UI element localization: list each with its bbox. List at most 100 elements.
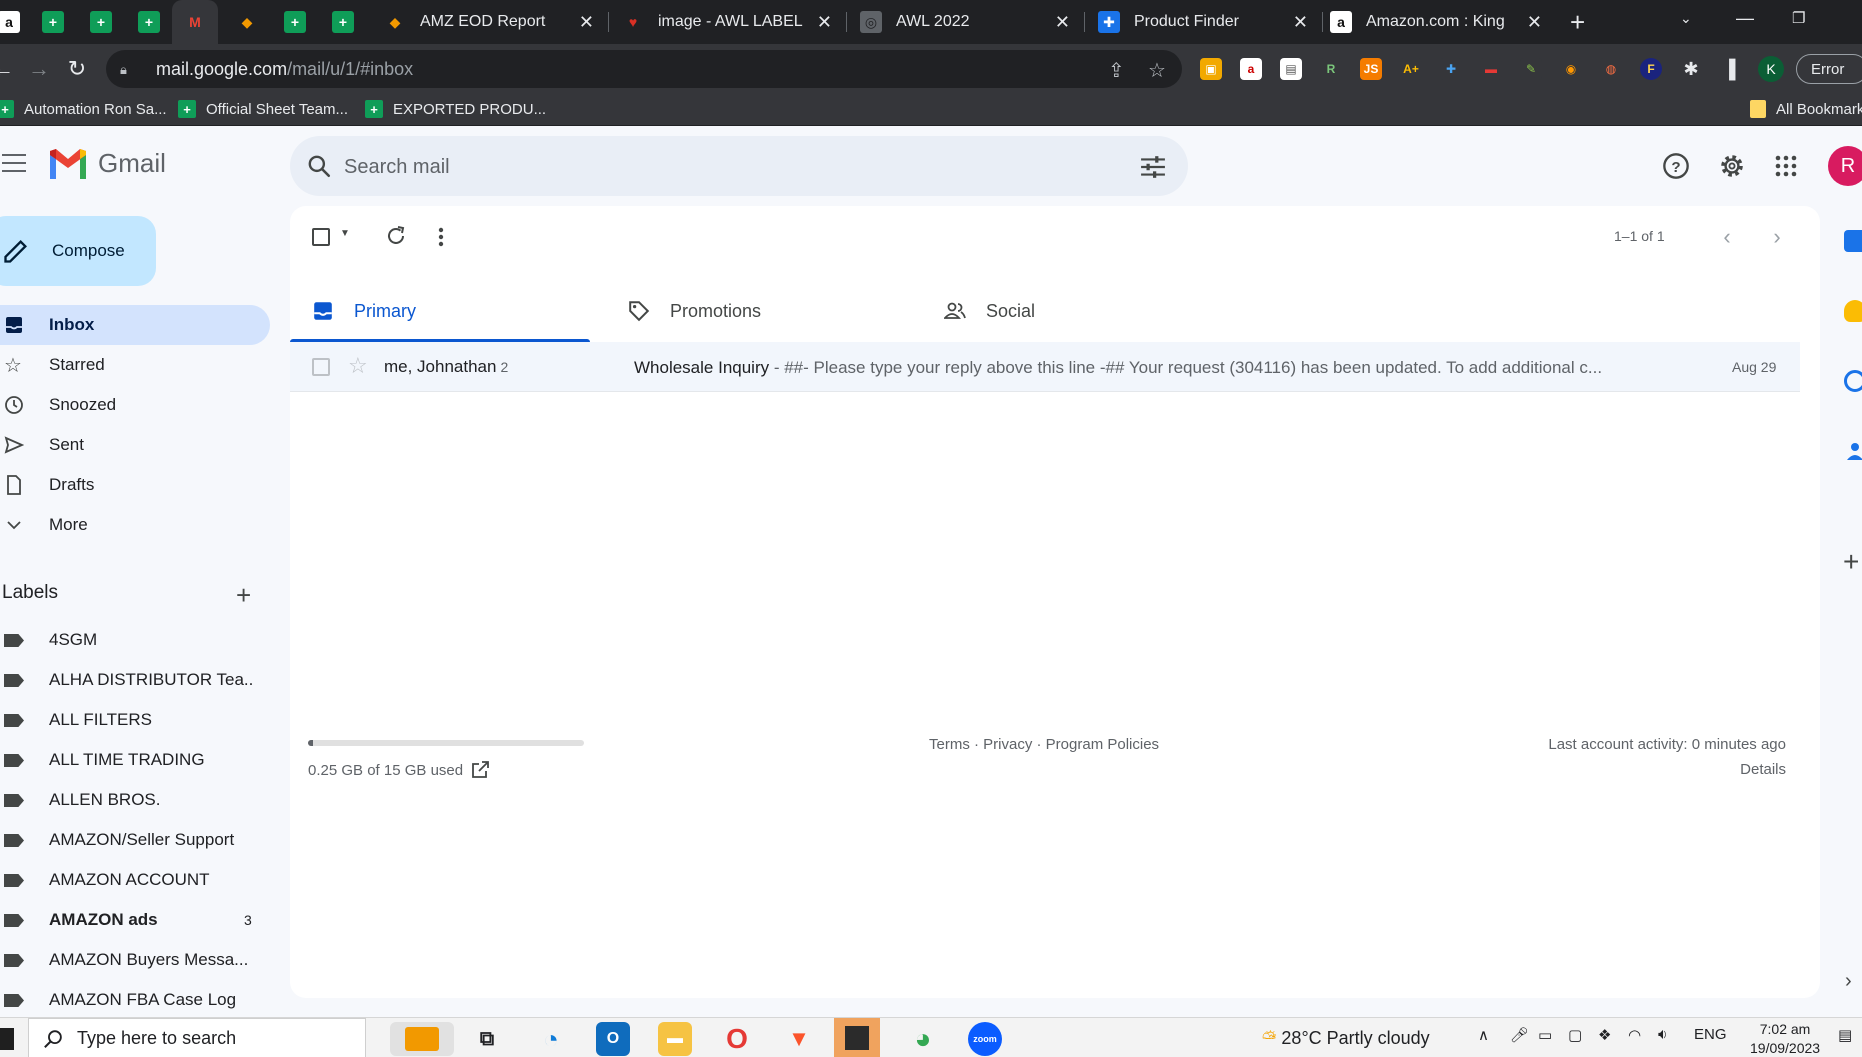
chrome-icon[interactable]: ◕	[906, 1022, 940, 1056]
tray-chevron-icon[interactable]: ∧	[1478, 1026, 1489, 1044]
newer-page-icon[interactable]: ›	[1762, 222, 1792, 252]
volume-icon[interactable]: 🔉︎	[1658, 1026, 1667, 1043]
bookmark-item[interactable]: + Official Sheet Team...	[178, 94, 348, 124]
extension-icon[interactable]: JS	[1360, 58, 1382, 80]
extension-icon[interactable]: ✚	[1440, 58, 1462, 80]
hide-side-panel-icon[interactable]: ›	[1845, 970, 1852, 993]
gmail-logo[interactable]: Gmail	[48, 148, 166, 179]
search-mail-bar[interactable]: Search mail	[290, 136, 1188, 196]
label-item[interactable]: 4SGM	[0, 620, 270, 660]
close-icon[interactable]: ✕	[1293, 12, 1308, 33]
label-item[interactable]: ALL TIME TRADING	[0, 740, 270, 780]
brave-icon[interactable]: ▼	[782, 1022, 816, 1056]
sticky-app-icon[interactable]	[834, 1018, 880, 1057]
share-icon[interactable]: ⇪	[1108, 58, 1125, 83]
tab-kite[interactable]: ◆	[224, 0, 270, 44]
task-view-icon[interactable]: ⧉	[470, 1022, 504, 1056]
tab-amz-eod-report[interactable]: ◆ AMZ EOD Report ✕	[372, 0, 608, 44]
nav-sent[interactable]: Sent	[0, 425, 270, 465]
start-button[interactable]	[0, 1028, 14, 1050]
close-icon[interactable]: ✕	[579, 12, 594, 33]
tab-amazon-partial[interactable]: a	[0, 0, 32, 44]
tab-awl-label[interactable]: ♥ image - AWL LABEL ✕	[610, 0, 846, 44]
tab-awl-2022[interactable]: ◎ AWL 2022 ✕	[848, 0, 1084, 44]
more-options-icon[interactable]	[438, 226, 444, 248]
extensions-puzzle-icon[interactable]: ✱	[1680, 58, 1702, 80]
tab-search-icon[interactable]: ⌄	[1680, 0, 1692, 36]
main-menu-icon[interactable]	[2, 154, 26, 172]
search-options-icon[interactable]	[1140, 155, 1166, 179]
close-icon[interactable]: ✕	[1527, 12, 1542, 33]
search-icon[interactable]	[306, 153, 332, 179]
search-input[interactable]: Search mail	[344, 156, 450, 179]
work-briefcase-icon[interactable]	[390, 1022, 454, 1056]
dropbox-icon[interactable]: ❖	[1598, 1026, 1611, 1044]
calendar-icon[interactable]	[1844, 230, 1862, 252]
bookmark-item[interactable]: + Automation Ron Sa...	[0, 94, 167, 124]
extension-icon[interactable]: ✎	[1520, 58, 1542, 80]
tab-primary[interactable]: Primary	[290, 280, 590, 342]
extension-icon[interactable]: ◉	[1560, 58, 1582, 80]
meet-now-icon[interactable]: ▢	[1568, 1026, 1582, 1044]
extension-icon[interactable]: R	[1320, 58, 1342, 80]
account-avatar[interactable]: R	[1828, 146, 1862, 186]
weather-widget[interactable]: ⛅︎ 28°C Partly cloudy	[1262, 1028, 1430, 1049]
side-panel-icon[interactable]: ▐	[1718, 58, 1740, 80]
extension-icon[interactable]: ◍	[1600, 58, 1622, 80]
browser-profile-avatar[interactable]: K	[1758, 56, 1784, 82]
extension-icon[interactable]: F	[1640, 58, 1662, 80]
tab-sheets-2[interactable]: +	[78, 0, 124, 44]
edge-icon[interactable]: ◔	[534, 1022, 568, 1056]
label-item[interactable]: AMAZON ads 3	[0, 900, 270, 940]
tab-product-finder[interactable]: ✚ Product Finder ✕	[1086, 0, 1322, 44]
footer-links[interactable]: Terms · Privacy · Program Policies	[929, 736, 1159, 753]
taskbar-search-input[interactable]: Type here to search	[77, 1028, 236, 1049]
file-explorer-icon[interactable]: ▬	[658, 1022, 692, 1056]
label-item[interactable]: AMAZON/Seller Support	[0, 820, 270, 860]
language-indicator[interactable]: ENG	[1694, 1026, 1727, 1043]
minimize-button[interactable]: —	[1736, 0, 1754, 36]
compose-button[interactable]: Compose	[0, 216, 156, 286]
label-item[interactable]: AMAZON ACCOUNT	[0, 860, 270, 900]
support-icon[interactable]: ?	[1660, 150, 1692, 182]
nav-inbox[interactable]: Inbox	[0, 305, 270, 345]
tab-sheets-5[interactable]: +	[320, 0, 366, 44]
settings-gear-icon[interactable]	[1716, 150, 1748, 182]
address-bar[interactable]: 🔒︎ mail.google.com/mail/u/1/#inbox ⇪ ☆	[106, 50, 1182, 88]
outlook-icon[interactable]: O	[596, 1022, 630, 1056]
battery-icon[interactable]: ▭	[1538, 1026, 1552, 1044]
extension-icon[interactable]: ▤	[1280, 58, 1302, 80]
extension-icon[interactable]: a	[1240, 58, 1262, 80]
email-checkbox[interactable]	[312, 358, 330, 376]
select-all-checkbox[interactable]	[312, 228, 330, 246]
label-item[interactable]: ALLEN BROS.	[0, 780, 270, 820]
forward-button[interactable]: →	[24, 54, 54, 84]
label-item[interactable]: AMAZON Buyers Messa...	[0, 940, 270, 980]
get-addons-icon[interactable]: +	[1843, 546, 1859, 578]
nav-starred[interactable]: ☆ Starred	[0, 345, 270, 385]
new-tab-button[interactable]: +	[1570, 4, 1585, 40]
close-icon[interactable]: ✕	[1055, 12, 1070, 33]
add-label-icon[interactable]: +	[236, 580, 251, 611]
tasks-icon[interactable]	[1844, 370, 1862, 392]
extension-icon[interactable]: A+	[1400, 58, 1422, 80]
microphone-icon[interactable]: 🎤︎	[1510, 1026, 1529, 1044]
all-bookmarks-button[interactable]: All Bookmarks	[1750, 94, 1862, 124]
wifi-icon[interactable]: ◠	[1628, 1026, 1641, 1044]
label-item[interactable]: ALL FILTERS	[0, 700, 270, 740]
label-item[interactable]: ALHA DISTRIBUTOR Tea...	[0, 660, 270, 700]
star-icon[interactable]: ☆	[348, 353, 368, 379]
open-in-new-icon[interactable]	[470, 760, 490, 780]
refresh-icon[interactable]	[384, 224, 408, 248]
select-dropdown-icon[interactable]: ▼	[340, 228, 350, 239]
tab-sheets-1[interactable]: +	[30, 0, 76, 44]
bookmark-item[interactable]: + EXPORTED PRODU...	[365, 94, 546, 124]
opera-icon[interactable]: O	[720, 1022, 754, 1056]
older-page-icon[interactable]: ‹	[1712, 222, 1742, 252]
tab-gmail[interactable]: M	[172, 0, 218, 44]
extension-icon[interactable]: ▬	[1480, 58, 1502, 80]
tab-social[interactable]: Social	[922, 280, 1222, 342]
keep-icon[interactable]	[1844, 300, 1862, 322]
close-icon[interactable]: ✕	[817, 12, 832, 33]
tab-promotions[interactable]: Promotions	[606, 280, 906, 342]
